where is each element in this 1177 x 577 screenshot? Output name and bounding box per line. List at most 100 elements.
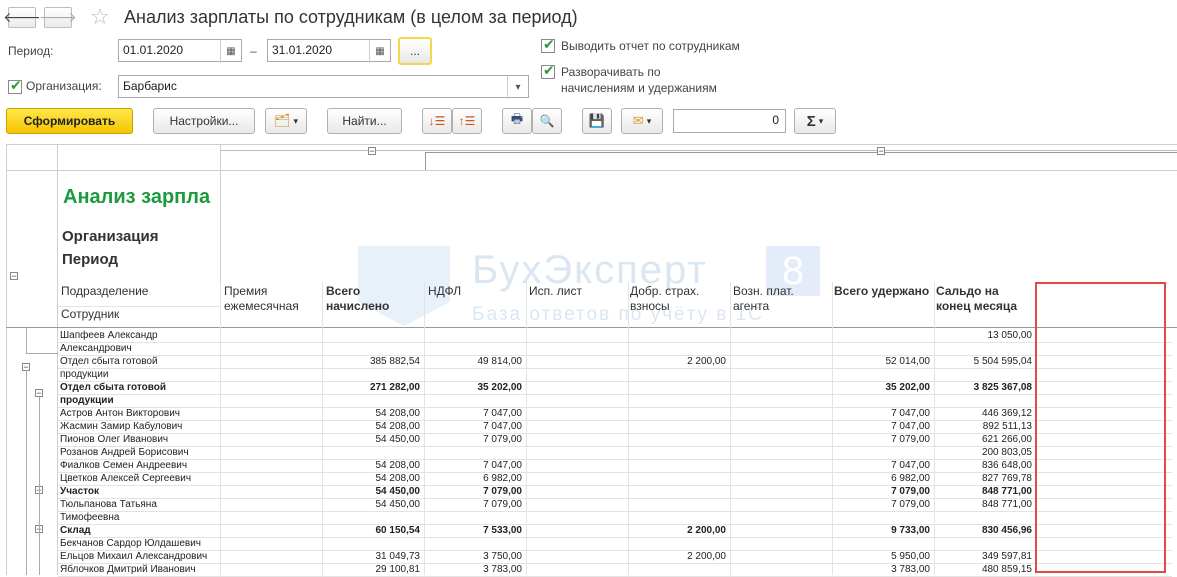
row-name: Жасмин Замир Кабулович bbox=[60, 421, 183, 432]
row-name: Склад bbox=[60, 525, 91, 536]
cell-saldo: 200 803,05 bbox=[981, 447, 1032, 458]
cell-ndfl: 7 079,00 bbox=[483, 434, 522, 445]
table-row[interactable]: Шапфеев Александр 13 050,00 bbox=[58, 329, 1172, 342]
cell-ndfl: 7 079,00 bbox=[483, 499, 522, 510]
cell-total: 54 450,00 bbox=[375, 434, 421, 445]
date-from-input[interactable]: 01.01.2020 ▦ bbox=[118, 39, 242, 63]
emp-header: Сотрудник bbox=[61, 307, 120, 321]
cell-dobr: 2 200,00 bbox=[687, 525, 726, 536]
send-button[interactable]: ✉ ▾ bbox=[621, 108, 663, 134]
grid-top-border bbox=[6, 144, 1177, 145]
cell-saldo: 848 771,00 bbox=[981, 499, 1032, 510]
star-icon[interactable]: ☆ bbox=[90, 4, 110, 30]
cell-uderzh: 35 202,00 bbox=[885, 382, 931, 393]
table-row[interactable]: Жасмин Замир Кабулович 54 208,00 7 047,00 7… bbox=[58, 420, 1172, 433]
cell-saldo: 480 859,15 bbox=[981, 564, 1032, 575]
table-row[interactable]: Тюльпанова Татьяна 54 450,00 7 079,00 7 079… bbox=[58, 498, 1172, 511]
table-row[interactable]: Склад 60 150,54 7 533,00 2 200,00 9 733,00 83… bbox=[58, 524, 1172, 537]
org-select[interactable]: Барбарис ▾ bbox=[118, 75, 529, 99]
table-row[interactable]: Розанов Андрей Борисович 200 803,05 bbox=[58, 446, 1172, 459]
collapse-group-icon[interactable]: − bbox=[877, 147, 885, 156]
cell-saldo: 13 050,00 bbox=[987, 330, 1033, 341]
cell-uderzh: 9 733,00 bbox=[891, 525, 930, 536]
generate-button[interactable]: Сформировать bbox=[6, 108, 133, 134]
table-row[interactable]: Бекчанов Сардор Юлдашевич bbox=[58, 537, 1172, 550]
print-preview-icon: 🔍 bbox=[539, 114, 555, 128]
expand-label-line1: Разворачивать по bbox=[561, 65, 661, 79]
cell-saldo: 621 266,00 bbox=[981, 434, 1032, 445]
org-checkbox[interactable] bbox=[8, 77, 22, 94]
table-row[interactable]: Астров Антон Викторович 54 208,00 7 047,00… bbox=[58, 407, 1172, 420]
collapse-all-icon[interactable]: − bbox=[10, 272, 18, 281]
col-header-ndfl: НДФЛ bbox=[428, 284, 462, 298]
cell-saldo: 827 769,78 bbox=[981, 473, 1032, 484]
row-name: Отдел сбыта готовой bbox=[60, 356, 158, 367]
cell-saldo: 848 771,00 bbox=[981, 486, 1032, 497]
cell-uderzh: 5 950,00 bbox=[891, 551, 930, 562]
forward-button[interactable]: 🡒 bbox=[39, 7, 77, 28]
cell-total: 60 150,54 bbox=[375, 525, 421, 536]
cell-total: 54 208,00 bbox=[375, 473, 421, 484]
table-row[interactable]: Отдел сбыта готовой 385 882,54 49 814,00 2 … bbox=[58, 355, 1172, 368]
table-row[interactable]: Ельцов Михаил Александрович 31 049,73 3 75… bbox=[58, 550, 1172, 563]
settings-button[interactable]: Настройки... bbox=[153, 108, 255, 134]
table-row[interactable]: продукции bbox=[58, 394, 1172, 407]
report-title: Анализ зарпла bbox=[63, 186, 211, 208]
sum-field[interactable]: 0 bbox=[673, 109, 786, 133]
grid-left-border bbox=[6, 144, 7, 575]
collapse-row-icon[interactable]: − bbox=[35, 389, 43, 398]
expand-label-line2: начислениям и удержаниям bbox=[561, 81, 717, 95]
cell-saldo: 830 456,96 bbox=[981, 525, 1032, 536]
sort-asc-button[interactable]: ↑☰ bbox=[452, 108, 482, 134]
date-to-value: 31.01.2020 bbox=[272, 43, 333, 57]
cell-ndfl: 35 202,00 bbox=[477, 382, 523, 393]
cell-uderzh: 7 047,00 bbox=[891, 408, 930, 419]
cell-total: 54 208,00 bbox=[375, 408, 421, 419]
period-dash: – bbox=[250, 44, 257, 58]
find-button[interactable]: Найти... bbox=[327, 108, 402, 134]
group-bracket-line bbox=[425, 152, 1177, 153]
grid-group-border bbox=[6, 170, 1177, 171]
table-row[interactable]: Яблочков Дмитрий Иванович 29 100,81 3 783,… bbox=[58, 563, 1172, 576]
table-row[interactable]: Цветков Алексей Сергеевич 54 208,00 6 982,… bbox=[58, 472, 1172, 485]
row-name: Ельцов Михаил Александрович bbox=[60, 551, 208, 562]
table-row[interactable]: Участок 54 450,00 7 079,00 7 079,00 848 771,… bbox=[58, 485, 1172, 498]
period-select-button[interactable]: ... bbox=[398, 37, 432, 65]
folder-icon: 🗂 bbox=[273, 113, 291, 128]
cell-ndfl: 6 982,00 bbox=[483, 473, 522, 484]
row-name: Яблочков Дмитрий Иванович bbox=[60, 564, 196, 575]
preview-button[interactable]: 🔍 bbox=[532, 108, 562, 134]
sort-desc-button[interactable]: ↓☰ bbox=[422, 108, 452, 134]
by-employees-label: Выводить отчет по сотрудникам bbox=[561, 39, 740, 53]
back-button[interactable]: 🡐 bbox=[3, 7, 41, 28]
cell-total: 54 208,00 bbox=[375, 460, 421, 471]
table-row[interactable]: Тимофеевна bbox=[58, 511, 1172, 524]
expand-checkbox[interactable] bbox=[541, 62, 555, 79]
chevron-down-icon: ▾ bbox=[818, 115, 824, 126]
cell-dobr: 2 200,00 bbox=[687, 356, 726, 367]
cell-ndfl: 49 814,00 bbox=[477, 356, 523, 367]
arrow-right-icon: 🡒 bbox=[39, 9, 77, 25]
print-button[interactable]: 🖶 bbox=[502, 108, 532, 134]
table-row[interactable]: Александрович bbox=[58, 342, 1172, 355]
chevron-down-icon[interactable]: ▾ bbox=[507, 76, 528, 99]
save-button[interactable]: 💾 bbox=[582, 108, 612, 134]
header-bottom-border bbox=[6, 327, 1177, 328]
cell-ndfl: 3 750,00 bbox=[483, 551, 522, 562]
col-header-total-withheld: Всего удержано bbox=[834, 284, 930, 298]
table-row[interactable]: Пионов Олег Иванович 54 450,00 7 079,00 7 0… bbox=[58, 433, 1172, 446]
col-header-total-accrued: Всего начислено bbox=[326, 284, 390, 313]
calendar-icon[interactable]: ▦ bbox=[220, 40, 241, 63]
cell-saldo: 836 648,00 bbox=[981, 460, 1032, 471]
variants-button[interactable]: 🗂 ▾ bbox=[265, 108, 307, 134]
calendar-icon[interactable]: ▦ bbox=[369, 40, 390, 63]
by-employees-checkbox[interactable] bbox=[541, 36, 555, 53]
row-name: продукции bbox=[60, 395, 114, 406]
table-row[interactable]: продукции bbox=[58, 368, 1172, 381]
sum-mode-button[interactable]: Σ ▾ bbox=[794, 108, 836, 134]
collapse-group-icon[interactable]: − bbox=[368, 147, 376, 156]
date-to-input[interactable]: 31.01.2020 ▦ bbox=[267, 39, 391, 63]
row-name: Участок bbox=[60, 486, 100, 497]
table-row[interactable]: Фиалков Семен Андреевич 54 208,00 7 047,00… bbox=[58, 459, 1172, 472]
table-row[interactable]: Отдел сбыта готовой 271 282,00 35 202,00 35… bbox=[58, 381, 1172, 394]
